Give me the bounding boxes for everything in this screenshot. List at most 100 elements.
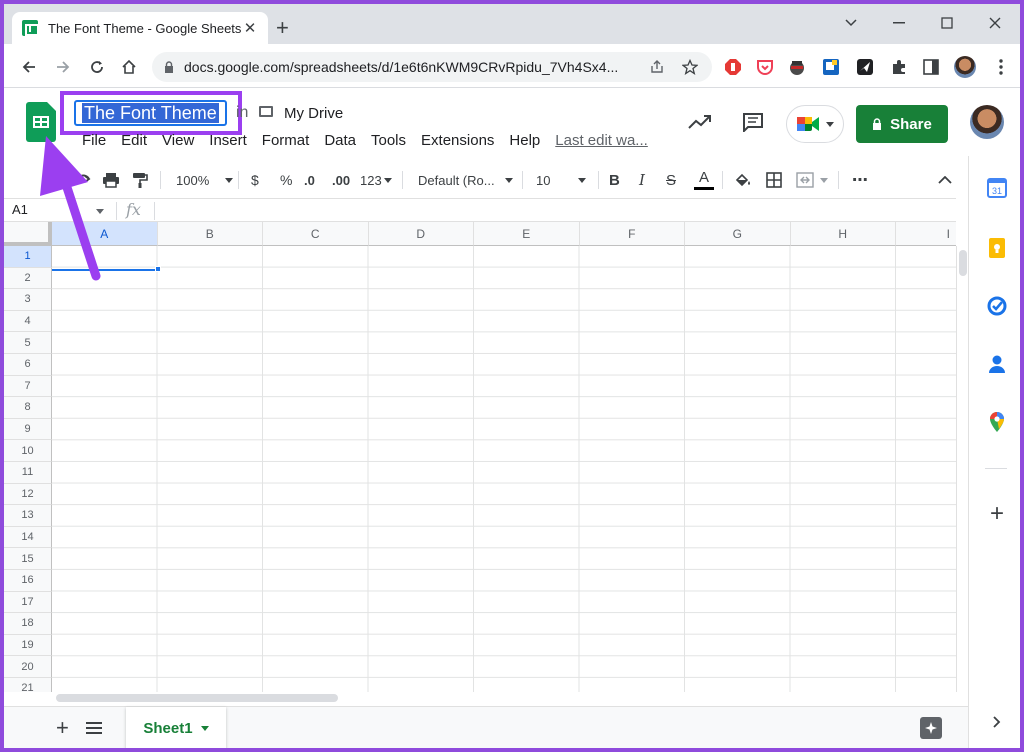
meet-button[interactable] — [786, 105, 844, 143]
borders-icon[interactable] — [766, 164, 782, 196]
reload-icon[interactable] — [86, 56, 108, 78]
new-tab-button[interactable]: + — [276, 17, 289, 39]
row-header-15[interactable]: 15 — [4, 548, 52, 570]
active-cell-a1[interactable] — [52, 268, 158, 271]
redo-icon[interactable] — [76, 164, 92, 196]
forward-icon[interactable] — [52, 56, 74, 78]
name-box[interactable]: A1 — [12, 202, 28, 217]
browser-profile-avatar[interactable] — [954, 56, 976, 78]
menu-extensions[interactable]: Extensions — [421, 132, 494, 149]
explore-icon[interactable] — [920, 717, 942, 739]
back-icon[interactable] — [18, 56, 40, 78]
account-avatar[interactable] — [970, 105, 1004, 139]
cell-area[interactable] — [52, 246, 956, 692]
more-options-button[interactable]: ⋯ — [852, 164, 868, 196]
contacts-icon[interactable] — [987, 354, 1007, 374]
menu-view[interactable]: View — [162, 132, 194, 149]
column-header-i[interactable]: I — [896, 222, 956, 246]
vertical-scrollbar[interactable] — [956, 246, 968, 692]
increase-decimal-button[interactable]: .00 — [332, 164, 350, 196]
bold-button[interactable]: B — [609, 164, 620, 196]
snip-extension-icon[interactable] — [822, 58, 840, 76]
comments-icon[interactable] — [742, 112, 764, 132]
get-addons-button[interactable]: + — [987, 500, 1007, 527]
row-header-6[interactable]: 6 — [4, 354, 52, 376]
row-header-7[interactable]: 7 — [4, 375, 52, 398]
tab-search-icon[interactable] — [836, 10, 866, 36]
zoom-select[interactable]: 100% — [176, 164, 234, 196]
row-header-16[interactable]: 16 — [4, 570, 52, 592]
row-header-2[interactable]: 2 — [4, 267, 52, 290]
column-header-f[interactable]: F — [579, 222, 685, 246]
column-header-a[interactable]: A — [52, 222, 158, 246]
column-header-e[interactable]: E — [474, 222, 580, 246]
row-header-14[interactable]: 14 — [4, 526, 52, 549]
font-family-select[interactable]: Default (Ro... — [418, 164, 513, 196]
currency-format-button[interactable]: $ — [251, 164, 259, 196]
address-bar[interactable]: docs.google.com/spreadsheets/d/1e6t6nKWM… — [152, 52, 712, 82]
paint-format-icon[interactable] — [132, 164, 148, 196]
share-button[interactable]: Share — [856, 105, 948, 143]
column-header-b[interactable]: B — [157, 222, 263, 246]
menu-file[interactable]: File — [82, 132, 106, 149]
activity-trend-icon[interactable] — [688, 114, 712, 130]
drive-location[interactable]: My Drive — [284, 105, 343, 122]
row-header-11[interactable]: 11 — [4, 462, 52, 484]
row-header-3[interactable]: 3 — [4, 289, 52, 311]
send-extension-icon[interactable] — [856, 58, 874, 76]
extensions-puzzle-icon[interactable] — [890, 58, 908, 76]
fill-color-icon[interactable] — [734, 164, 752, 196]
column-header-g[interactable]: G — [685, 222, 791, 246]
fill-handle[interactable] — [155, 266, 161, 272]
merge-cells-icon[interactable] — [796, 164, 828, 196]
row-header-9[interactable]: 9 — [4, 418, 52, 441]
row-header-20[interactable]: 20 — [4, 656, 52, 678]
menu-insert[interactable]: Insert — [209, 132, 247, 149]
font-size-select[interactable]: 10 — [536, 164, 587, 196]
horizontal-scrollbar[interactable] — [52, 692, 956, 704]
bookmark-star-icon[interactable] — [682, 59, 698, 75]
menu-data[interactable]: Data — [324, 132, 356, 149]
close-window-icon[interactable] — [980, 10, 1010, 36]
column-header-h[interactable]: H — [790, 222, 896, 246]
column-header-d[interactable]: D — [368, 222, 474, 246]
decrease-decimal-button[interactable]: .0 — [304, 164, 315, 196]
row-header-10[interactable]: 10 — [4, 440, 52, 462]
collapse-menu-icon[interactable] — [938, 164, 952, 196]
all-sheets-icon[interactable] — [86, 722, 102, 734]
italic-button[interactable]: I — [639, 164, 645, 196]
select-all-corner[interactable] — [4, 222, 52, 246]
row-header-12[interactable]: 12 — [4, 483, 52, 506]
formula-input[interactable] — [156, 199, 946, 221]
more-formats-button[interactable]: 123 — [360, 164, 392, 196]
adblock-extension-icon[interactable] — [724, 58, 742, 76]
sheets-logo-icon[interactable] — [26, 102, 56, 142]
add-sheet-button[interactable]: + — [56, 715, 69, 741]
row-header-4[interactable]: 4 — [4, 310, 52, 333]
row-header-1[interactable]: 1 — [4, 246, 52, 268]
minimize-icon[interactable] — [884, 10, 914, 36]
menu-tools[interactable]: Tools — [371, 132, 406, 149]
calendar-icon[interactable]: 31 — [987, 178, 1007, 198]
pocket-extension-icon[interactable] — [756, 58, 774, 76]
side-panel-icon[interactable] — [922, 58, 940, 76]
tasks-icon[interactable] — [987, 296, 1007, 316]
row-header-17[interactable]: 17 — [4, 591, 52, 614]
row-header-8[interactable]: 8 — [4, 397, 52, 419]
last-edit-link[interactable]: Last edit wa... — [555, 132, 648, 149]
maximize-icon[interactable] — [932, 10, 962, 36]
browser-menu-icon[interactable] — [992, 58, 1010, 76]
keep-icon[interactable] — [987, 238, 1007, 258]
browser-tab[interactable]: The Font Theme - Google Sheets ✕ — [12, 12, 268, 44]
sheet-tab-sheet1[interactable]: Sheet1 — [126, 707, 226, 748]
row-header-18[interactable]: 18 — [4, 613, 52, 635]
menu-format[interactable]: Format — [262, 132, 310, 149]
spy-extension-icon[interactable] — [788, 58, 806, 76]
maps-icon[interactable] — [987, 412, 1007, 432]
percent-format-button[interactable]: % — [280, 164, 292, 196]
expand-side-panel-icon[interactable] — [987, 712, 1007, 732]
folder-icon[interactable] — [259, 106, 273, 117]
row-header-5[interactable]: 5 — [4, 332, 52, 354]
row-header-21[interactable]: 21 — [4, 678, 52, 692]
column-header-c[interactable]: C — [263, 222, 369, 246]
